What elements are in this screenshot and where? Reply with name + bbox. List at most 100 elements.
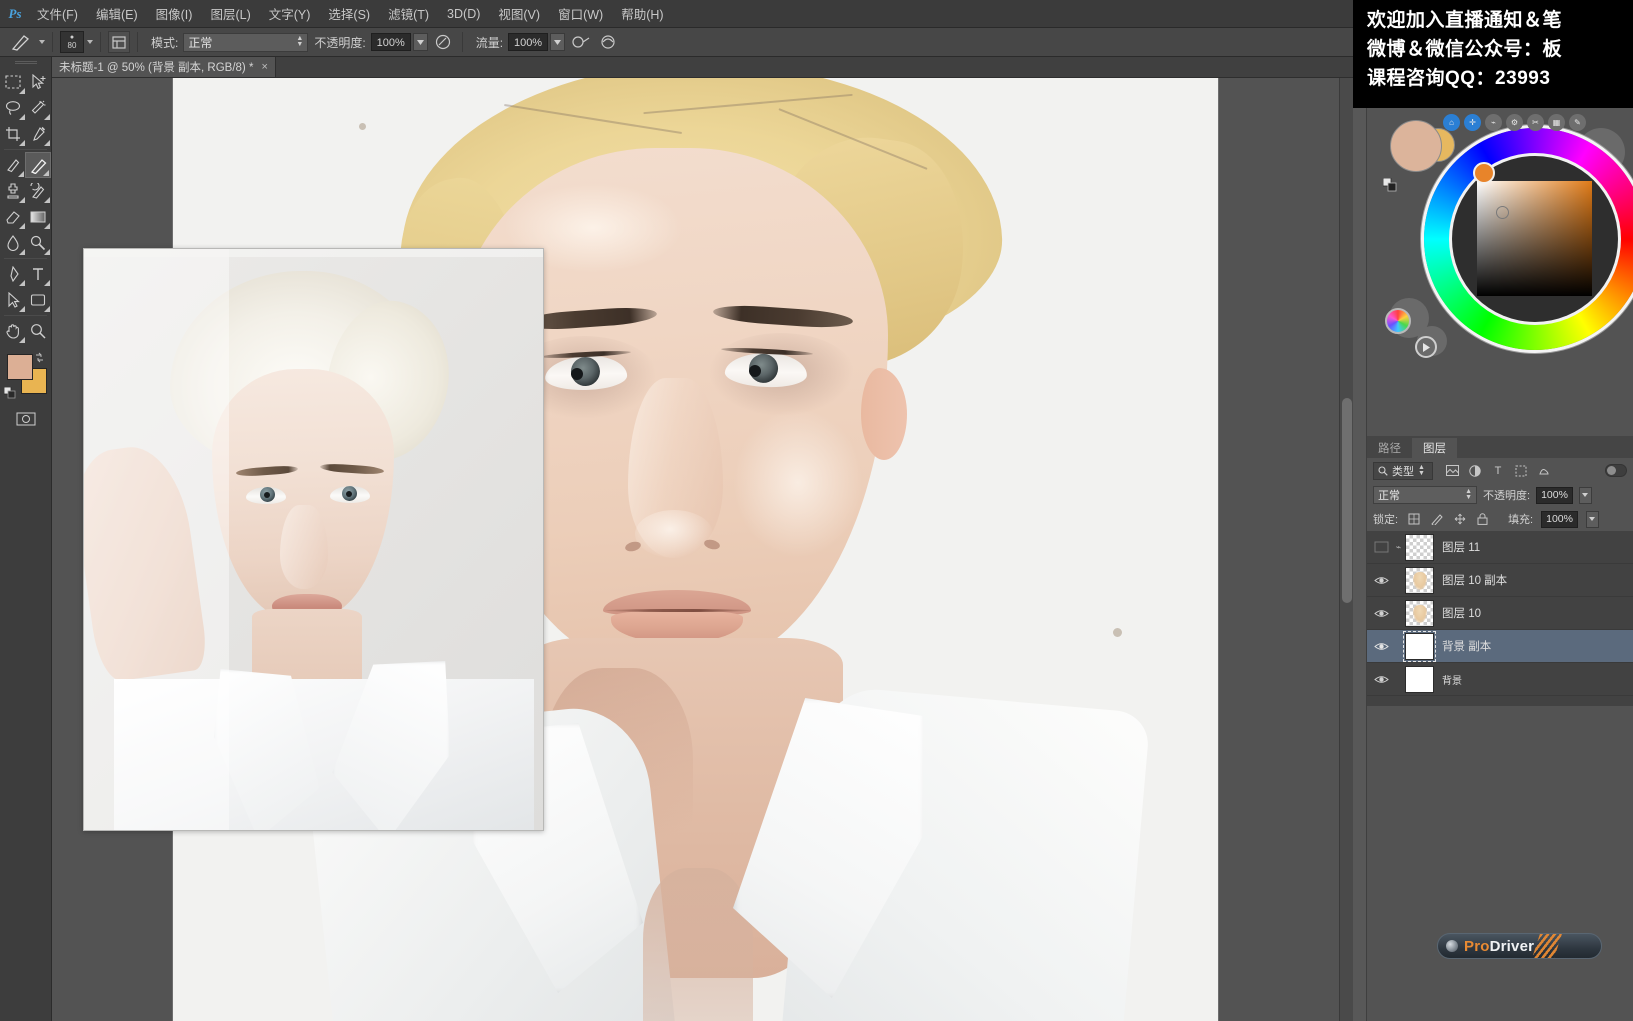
reference-photo-window[interactable]: [83, 248, 544, 831]
blend-mode-select[interactable]: 正常 ▲ ▼: [183, 32, 309, 52]
marquee-tool[interactable]: [0, 69, 26, 95]
menu-edit[interactable]: 编辑(E): [87, 1, 147, 26]
picker-foreground-swatch[interactable]: [1390, 120, 1442, 172]
menu-filter[interactable]: 滤镜(T): [379, 1, 438, 26]
menu-3d[interactable]: 3D(D): [438, 4, 489, 24]
brush-size-field[interactable]: ● 80: [60, 31, 84, 53]
menu-view[interactable]: 视图(V): [489, 1, 549, 26]
layer-opacity-input[interactable]: 100%: [1536, 486, 1573, 504]
blur-tool[interactable]: [0, 230, 26, 256]
layer-thumbnail-2[interactable]: [1405, 599, 1434, 627]
picker-settings-icon[interactable]: ⚙: [1506, 113, 1523, 131]
gradient-tool[interactable]: [26, 204, 52, 230]
menu-help[interactable]: 帮助(H): [612, 1, 672, 26]
picker-lock-icon[interactable]: ⌁: [1485, 113, 1502, 131]
swap-colors-icon[interactable]: [34, 350, 45, 363]
healing-brush-tool[interactable]: [0, 152, 25, 178]
menu-file[interactable]: 文件(F): [28, 1, 87, 26]
eyedropper-tool[interactable]: [26, 121, 52, 147]
brush-size-chevron-down-icon[interactable]: [87, 40, 93, 44]
layer-filter-enable-toggle[interactable]: [1605, 464, 1627, 477]
layer-row-0[interactable]: ⌁ 图层 11: [1367, 531, 1633, 564]
flow-stepper[interactable]: [550, 33, 566, 51]
lasso-tool[interactable]: [0, 95, 26, 121]
layer-thumbnail-4[interactable]: [1405, 665, 1434, 693]
layer-filter-type-select[interactable]: 类型 ▲ ▼: [1373, 461, 1433, 480]
filter-adjustment-icon[interactable]: [1468, 464, 1482, 478]
layer-visibility-toggle-1[interactable]: [1370, 564, 1392, 597]
clone-stamp-tool[interactable]: [0, 178, 26, 204]
layer-name-2[interactable]: 图层 10: [1442, 605, 1481, 621]
layer-thumbnail-0[interactable]: [1405, 533, 1434, 561]
path-selection-tool[interactable]: [0, 287, 26, 313]
eraser-tool[interactable]: [0, 204, 26, 230]
smoothing-icon[interactable]: [596, 31, 619, 53]
picker-scissors-icon[interactable]: ✂: [1527, 113, 1544, 131]
zoom-tool[interactable]: [26, 318, 52, 344]
menu-select[interactable]: 选择(S): [319, 1, 379, 26]
brush-preview-icon[interactable]: [6, 32, 36, 52]
filter-type-icon[interactable]: T: [1491, 464, 1505, 478]
picker-swatch-icon[interactable]: ▦: [1548, 113, 1565, 131]
picker-brush-icon[interactable]: ✎: [1569, 113, 1586, 131]
picker-play-icon[interactable]: [1415, 336, 1437, 358]
layer-thumbnail-3[interactable]: [1403, 630, 1436, 662]
picker-home-icon[interactable]: ⌂: [1443, 113, 1460, 131]
brush-tool[interactable]: [25, 152, 51, 178]
filter-smart-object-icon[interactable]: [1537, 464, 1551, 478]
sv-selection-marker[interactable]: [1496, 206, 1509, 219]
lock-transparent-pixels-icon[interactable]: [1406, 512, 1421, 527]
layer-thumbnail-1[interactable]: [1405, 566, 1434, 594]
filter-pixel-icon[interactable]: [1445, 464, 1459, 478]
opacity-pressure-icon[interactable]: [432, 31, 455, 53]
dodge-tool[interactable]: [26, 230, 52, 256]
pen-tool[interactable]: [0, 261, 26, 287]
brush-panel-toggle-icon[interactable]: [108, 31, 130, 53]
layer-opacity-stepper[interactable]: [1578, 486, 1592, 504]
menu-layer[interactable]: 图层(L): [201, 1, 259, 26]
layer-name-4[interactable]: 背景: [1442, 672, 1462, 687]
saturation-value-square[interactable]: [1477, 181, 1592, 296]
crop-tool[interactable]: [0, 121, 26, 147]
quick-mask-toggle[interactable]: [0, 406, 52, 432]
layer-name-1[interactable]: 图层 10 副本: [1442, 572, 1507, 588]
picker-move-icon[interactable]: ✛: [1464, 113, 1481, 131]
layer-list[interactable]: ⌁ 图层 11 图层 10 副本 图层 10 背景 副本 背景: [1367, 531, 1633, 706]
close-icon[interactable]: ×: [261, 61, 267, 73]
canvas-vertical-scrollbar[interactable]: [1339, 78, 1353, 1021]
shape-tool[interactable]: [26, 287, 52, 313]
tab-paths[interactable]: 路径: [1367, 438, 1412, 458]
canvas-area[interactable]: [52, 78, 1353, 1021]
layer-row-4[interactable]: 背景: [1367, 663, 1633, 696]
color-wheel-picker[interactable]: ⌂ ✛ ⌁ ⚙ ✂ ▦ ✎: [1377, 113, 1633, 368]
layer-name-0[interactable]: 图层 11: [1442, 539, 1480, 555]
magic-wand-tool[interactable]: [26, 95, 52, 121]
layer-visibility-toggle-0[interactable]: [1370, 531, 1392, 564]
type-tool[interactable]: [26, 261, 52, 287]
layer-visibility-toggle-2[interactable]: [1370, 597, 1392, 630]
tools-panel-grip[interactable]: [0, 57, 51, 69]
layer-visibility-toggle-3[interactable]: [1370, 630, 1392, 663]
dock-collapse-strip[interactable]: [1353, 28, 1367, 1021]
lock-all-icon[interactable]: [1475, 512, 1490, 527]
menu-window[interactable]: 窗口(W): [549, 1, 612, 26]
flow-input[interactable]: 100%: [508, 33, 549, 51]
tab-layers[interactable]: 图层: [1412, 438, 1457, 458]
layer-link-icon-0[interactable]: ⌁: [1392, 542, 1405, 553]
move-tool[interactable]: [26, 69, 52, 95]
hue-selection-marker[interactable]: [1473, 162, 1495, 184]
canvas-scrollbar-thumb[interactable]: [1342, 398, 1352, 603]
history-brush-tool[interactable]: [26, 178, 52, 204]
color-picker-toolstrip[interactable]: ⌂ ✛ ⌁ ⚙ ✂ ▦ ✎: [1443, 112, 1633, 132]
hand-tool[interactable]: [0, 318, 26, 344]
picker-revert-colors-icon[interactable]: [1382, 177, 1397, 192]
filter-shape-icon[interactable]: [1514, 464, 1528, 478]
lock-position-icon[interactable]: [1452, 512, 1467, 527]
foreground-color-swatch[interactable]: [7, 354, 33, 380]
picker-mini-wheel-icon[interactable]: [1385, 308, 1411, 334]
opacity-input[interactable]: 100%: [370, 33, 411, 51]
opacity-stepper[interactable]: [412, 33, 428, 51]
layer-visibility-toggle-4[interactable]: [1370, 663, 1392, 696]
menu-type[interactable]: 文字(Y): [260, 1, 320, 26]
reset-colors-icon[interactable]: [3, 386, 16, 399]
